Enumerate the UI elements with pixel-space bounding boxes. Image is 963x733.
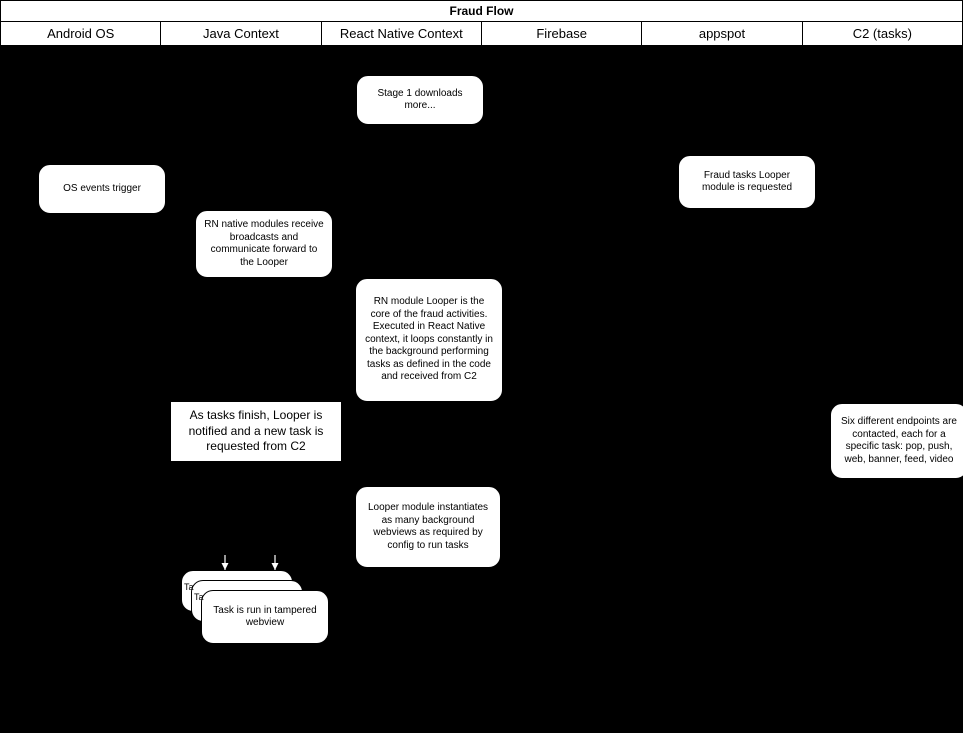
stack-label-b: Ta — [194, 592, 204, 602]
node-looper-webviews: Looper module instantiates as many backg… — [355, 486, 501, 568]
node-six-endpoints: Six different endpoints are contacted, e… — [830, 403, 963, 479]
note-tasks-finish: As tasks finish, Looper is notified and … — [170, 401, 342, 462]
diagram-title: Fraud Flow — [1, 1, 962, 22]
lane-appspot: appspot — [642, 22, 802, 45]
node-fraud-tasks-request: Fraud tasks Looper module is requested — [678, 155, 816, 209]
lane-android: Android OS — [1, 22, 161, 45]
lane-reactnative: React Native Context — [322, 22, 482, 45]
node-os-events: OS events trigger — [38, 164, 166, 214]
lane-firebase: Firebase — [482, 22, 642, 45]
lane-row: Android OS Java Context React Native Con… — [1, 22, 962, 45]
stack-label-a: Ta — [184, 582, 194, 592]
node-looper-core: RN module Looper is the core of the frau… — [355, 278, 503, 402]
lane-java: Java Context — [161, 22, 321, 45]
diagram-canvas: Fraud Flow Android OS Java Context React… — [0, 0, 963, 733]
node-tampered-webview: Task is run in tampered webview — [201, 590, 329, 644]
lane-c2: C2 (tasks) — [803, 22, 962, 45]
node-stage1: Stage 1 downloads more... — [356, 75, 484, 125]
swimlane-header: Fraud Flow Android OS Java Context React… — [0, 0, 963, 46]
node-rn-broadcast: RN native modules receive broadcasts and… — [195, 210, 333, 278]
